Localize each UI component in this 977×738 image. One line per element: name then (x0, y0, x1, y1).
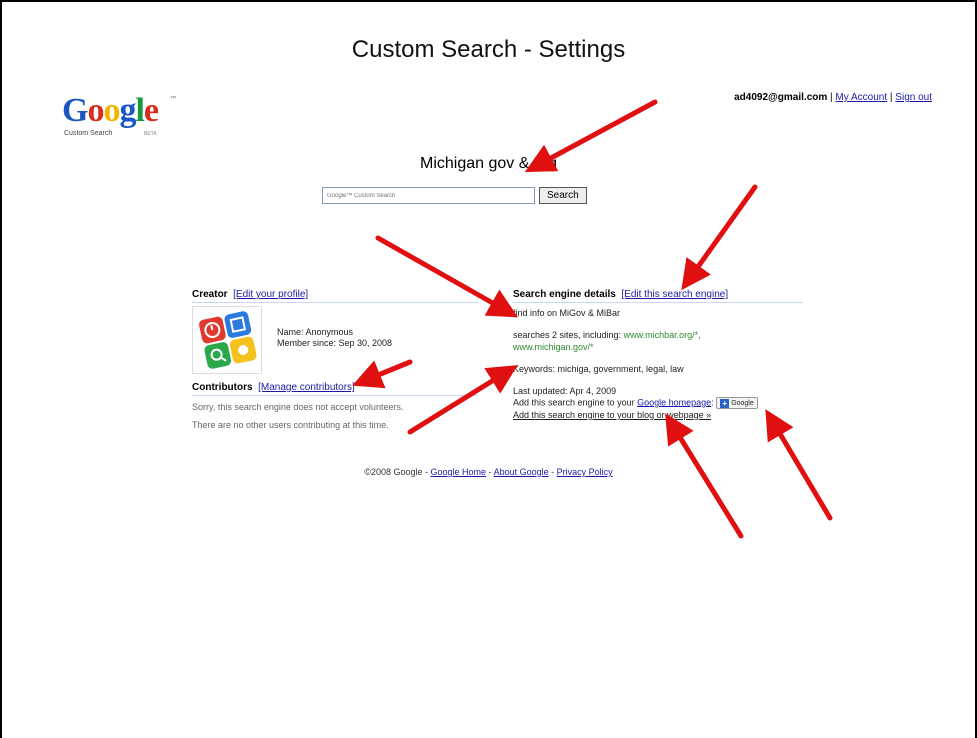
search-bar: Search (322, 187, 587, 204)
logo-letter: o (87, 92, 104, 129)
separator: | (830, 92, 833, 103)
creator-avatar-icon (199, 311, 257, 369)
logo-beta-label: BETA (144, 131, 157, 137)
logo-trademark: ™ (170, 96, 176, 102)
logo-letter: l (135, 92, 145, 129)
separator: - (488, 467, 492, 477)
engine-last-updated: Last updated: Apr 4, 2009 (513, 386, 617, 396)
creator-heading-row: Creator [Edit your profile] (192, 289, 478, 303)
search-input[interactable] (322, 187, 535, 204)
details-heading-row: Search engine details [Edit this search … (513, 289, 803, 303)
contributors-none-text: There are no other users contributing at… (192, 420, 389, 430)
details-heading: Search engine details (513, 289, 616, 300)
logo-wordmark: Google (62, 94, 182, 128)
plus-icon: + (720, 398, 730, 408)
contributors-heading-row: Contributors [Manage contributors] (192, 382, 478, 396)
engine-keywords: Keywords: michiga, government, legal, la… (513, 364, 684, 374)
add-to-google-label: Google (731, 399, 754, 407)
google-home-link[interactable]: Google Home (431, 467, 487, 477)
privacy-policy-link[interactable]: Privacy Policy (557, 467, 613, 477)
site-url: www.michigan.gov/* (513, 342, 594, 352)
add-to-homepage-line: Add this search engine to your Google ho… (513, 397, 758, 409)
about-google-link[interactable]: About Google (494, 467, 549, 477)
sign-out-link[interactable]: Sign out (895, 92, 932, 103)
creator-avatar (192, 306, 262, 374)
engine-sites-prefix: searches 2 sites, including: (513, 330, 622, 340)
logo-letter: g (119, 92, 136, 129)
engine-description: find info on MiGov & MiBar (513, 308, 621, 318)
contributors-heading: Contributors (192, 382, 253, 393)
search-engine-name: Michigan gov & org (420, 155, 557, 172)
edit-profile-link[interactable]: [Edit your profile] (233, 289, 308, 300)
logo-letter: G (62, 92, 88, 129)
engine-sites-line: searches 2 sites, including: www.michbar… (513, 330, 701, 340)
edit-search-engine-link[interactable]: [Edit this search engine] (621, 289, 728, 300)
add-to-blog-link[interactable]: Add this search engine to your blog or w… (513, 410, 711, 420)
account-email: ad4092@gmail.com (734, 92, 828, 103)
my-account-link[interactable]: My Account (835, 92, 887, 103)
search-button[interactable]: Search (539, 187, 587, 204)
add-to-google-button[interactable]: + Google (716, 397, 758, 409)
site-url: www.michbar.org/*, (623, 330, 701, 340)
logo-subtitle: Custom Search (64, 130, 113, 137)
copyright: ©2008 Google - (364, 467, 428, 477)
separator: - (551, 467, 555, 477)
creator-member-since: Member since: Sep 30, 2008 (277, 338, 393, 348)
page-footer: ©2008 Google - Google Home - About Googl… (0, 467, 977, 477)
separator: | (889, 92, 893, 103)
logo-letter: e (143, 92, 159, 129)
manage-contributors-link[interactable]: [Manage contributors] (258, 382, 355, 393)
creator-heading: Creator (192, 289, 228, 300)
creator-name: Name: Anonymous (277, 327, 354, 337)
google-custom-search-logo[interactable]: Google ™ Custom Search BETA (62, 94, 182, 144)
google-homepage-link[interactable]: Google homepage (637, 397, 711, 407)
add-to-homepage-prefix: Add this search engine to your (513, 397, 635, 408)
colon: : (711, 397, 714, 408)
account-bar: ad4092@gmail.com | My Account | Sign out (734, 92, 932, 103)
slide-title: Custom Search - Settings (351, 36, 626, 63)
contributors-volunteer-text: Sorry, this search engine does not accep… (192, 402, 404, 412)
logo-letter: o (103, 92, 120, 129)
